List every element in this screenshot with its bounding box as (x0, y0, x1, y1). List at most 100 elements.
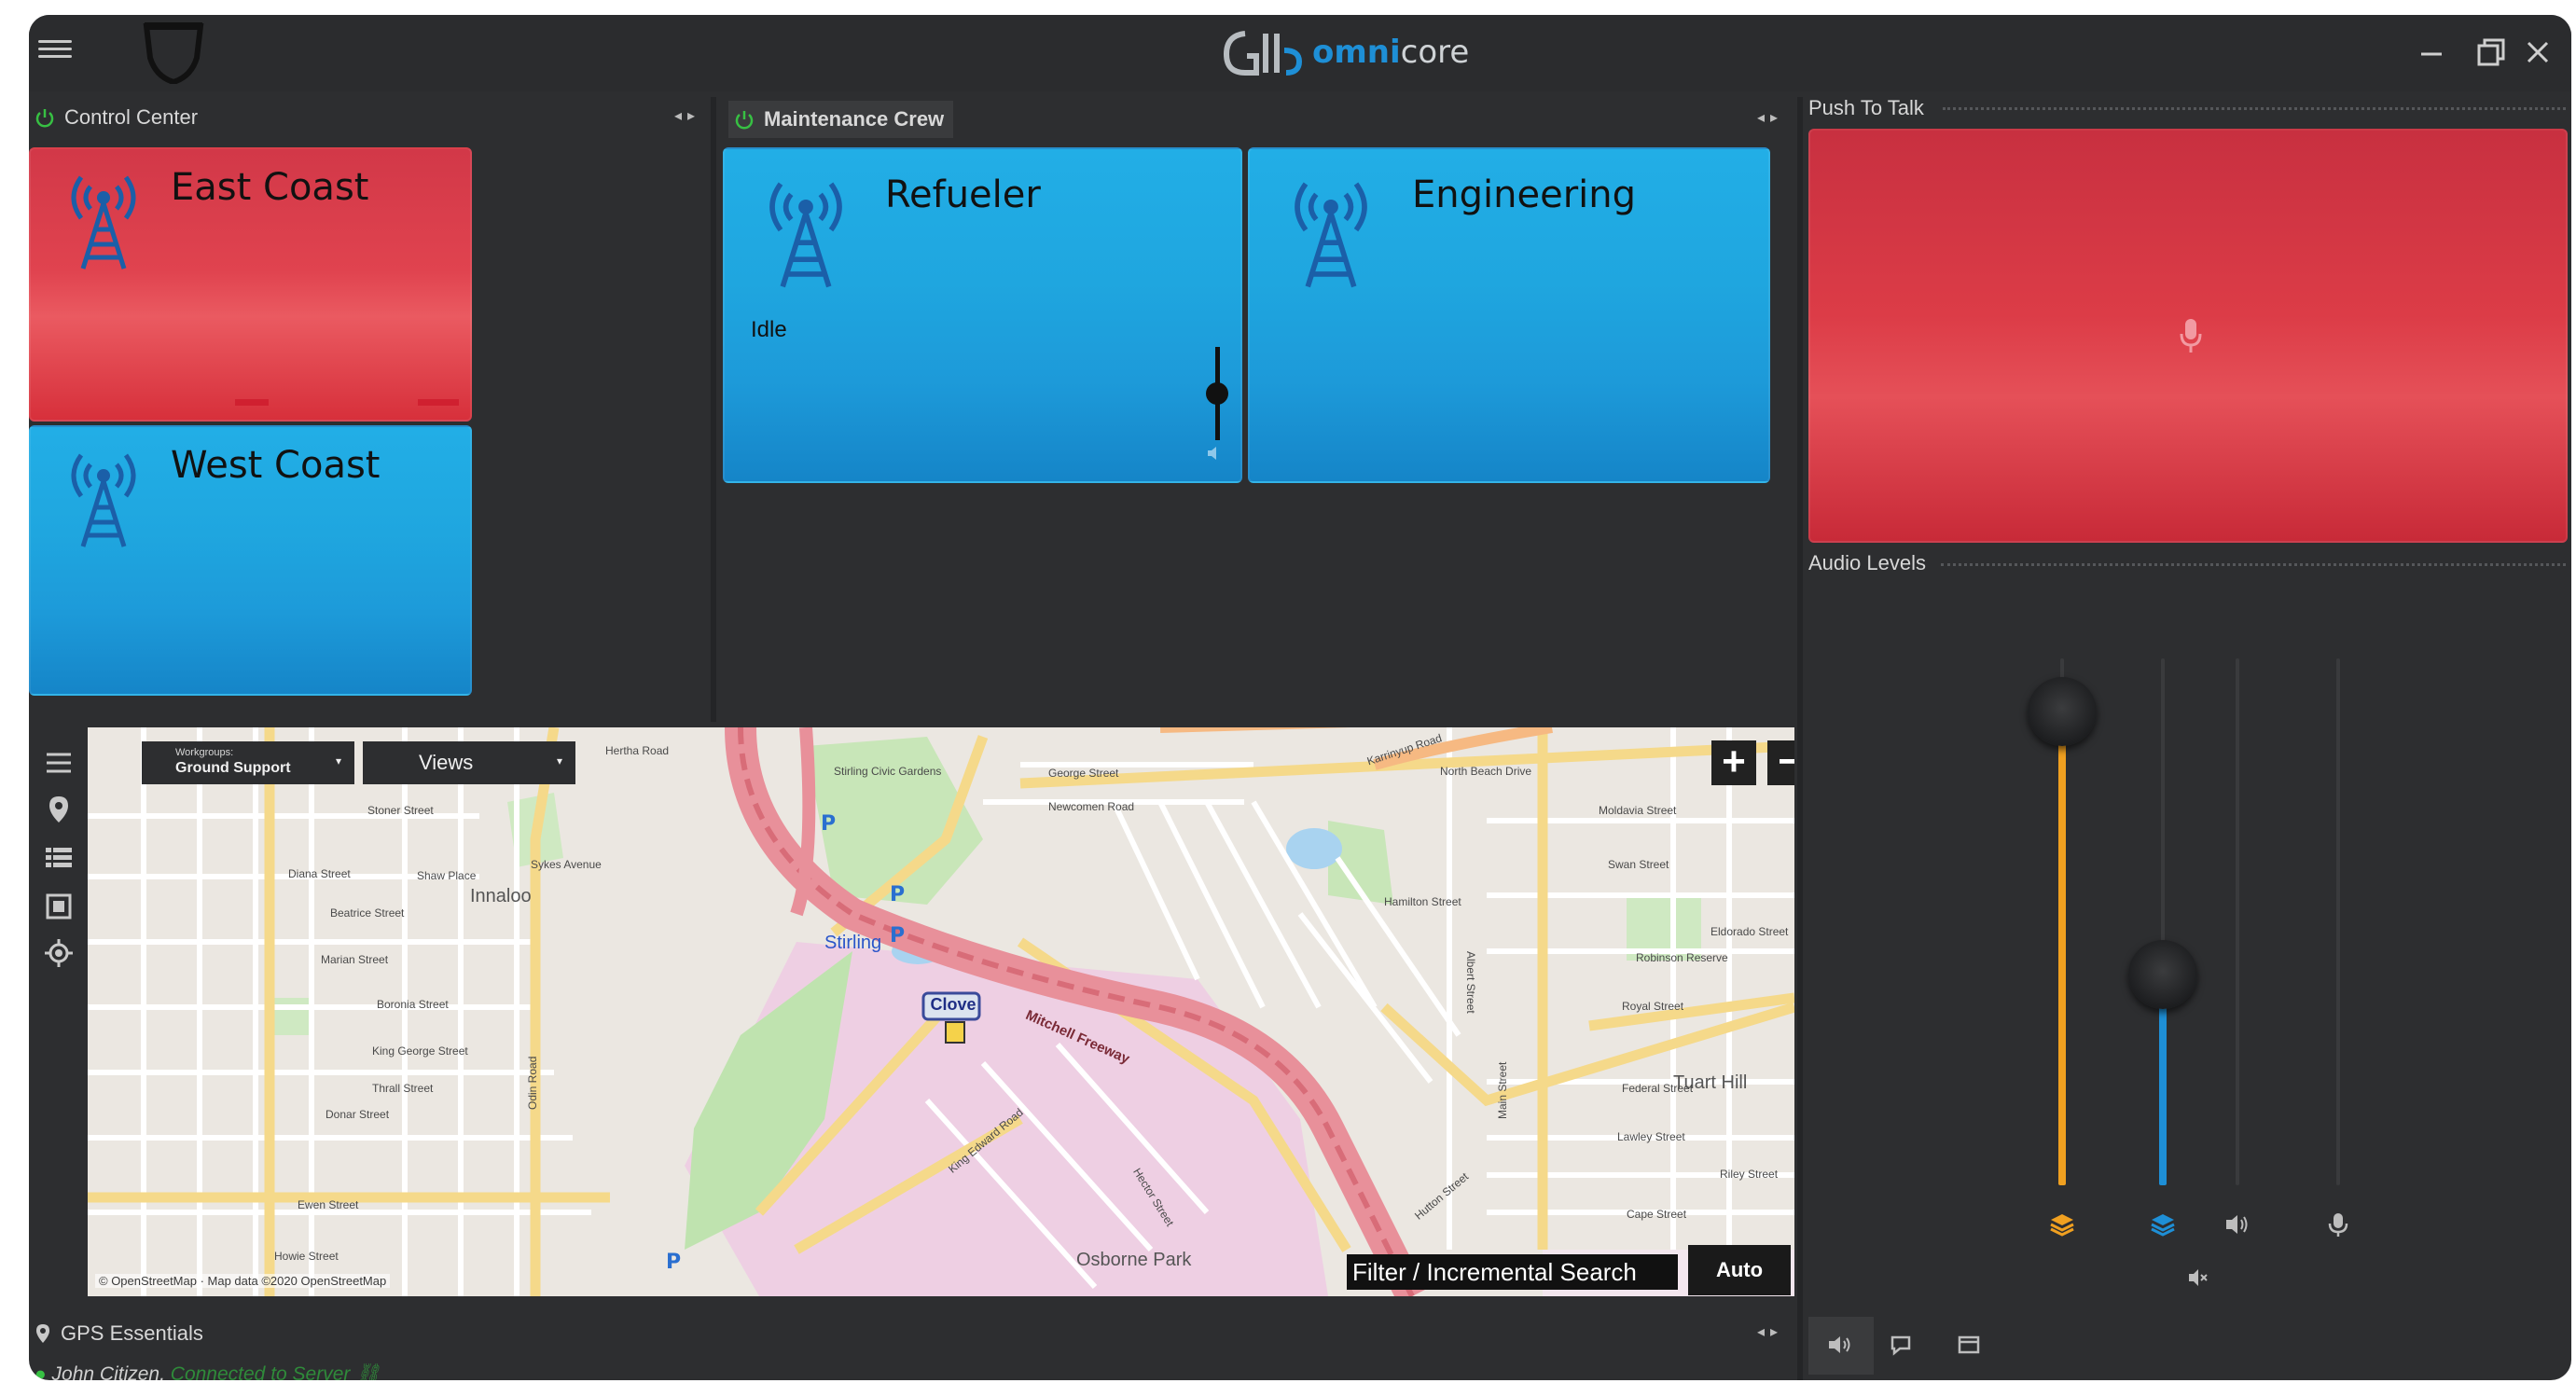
svg-text:P: P (890, 924, 905, 947)
map-street-label: Beatrice Street (330, 906, 405, 920)
chevron-down-icon: ▾ (557, 754, 563, 768)
power-icon (735, 111, 754, 130)
map-street-label: Howie Street (274, 1250, 339, 1263)
speaker-icon (1829, 1336, 1850, 1353)
chevron-down-icon: ▾ (336, 754, 342, 768)
map-street-label: Thrall Street (372, 1082, 434, 1095)
filter-search-input[interactable]: Filter / Incremental Search (1347, 1254, 1678, 1290)
panel-icon[interactable] (1956, 1332, 1982, 1358)
layers-icon[interactable] (2150, 1211, 2176, 1238)
tile-refueler[interactable]: Refueler Idle (723, 147, 1242, 483)
map-street-label: North Beach Drive (1440, 765, 1532, 778)
map-street-label: Diana Street (288, 867, 351, 880)
audio-slider-track[interactable] (2336, 658, 2340, 1185)
title-bar: omnicore (29, 15, 2571, 91)
microphone-icon[interactable] (2325, 1211, 2351, 1238)
radio-tower-icon (71, 175, 136, 270)
mute-all-icon[interactable] (2187, 1266, 2209, 1289)
location-pin-icon (36, 1324, 49, 1343)
audio-slider-knob[interactable] (2028, 676, 2097, 746)
layers-icon[interactable] (2049, 1211, 2075, 1238)
control-center-tab-arrows[interactable]: ◂▸ (674, 106, 700, 125)
tile-west-coast[interactable]: West Coast (29, 425, 472, 696)
map-street-label: George Street (1048, 767, 1119, 780)
minimize-icon[interactable] (2414, 34, 2451, 71)
push-to-talk-title: Push To Talk (1808, 96, 1924, 119)
radio-tower-icon (769, 182, 842, 288)
audio-slider-track[interactable] (2236, 658, 2239, 1185)
map-street-label: Cape Street (1627, 1208, 1687, 1221)
gps-tab-arrows[interactable]: ◂▸ (1757, 1322, 1783, 1341)
radio-tower-icon (71, 453, 136, 547)
map-street-label: Swan Street (1608, 858, 1669, 871)
zoom-out-button[interactable]: − (1767, 740, 1794, 785)
gps-essentials-tab[interactable]: GPS Essentials (35, 1315, 203, 1352)
control-center-tab[interactable]: Control Center (35, 99, 198, 136)
chat-icon[interactable] (1889, 1332, 1915, 1358)
workgroups-caption: Workgroups: (175, 747, 234, 758)
brand-omni: omni (1312, 34, 1401, 71)
menu-icon[interactable] (44, 748, 74, 778)
views-label: Views (419, 751, 474, 774)
status-dot-icon: ● (35, 1363, 47, 1380)
frame-icon[interactable] (44, 892, 74, 921)
map-street-label: Odin Road (526, 1056, 539, 1110)
user-name: John Citizen, (51, 1363, 165, 1380)
push-to-talk-button[interactable] (1808, 129, 2568, 543)
maintenance-crew-tab[interactable]: Maintenance Crew (728, 101, 954, 138)
close-icon[interactable] (2519, 34, 2556, 71)
map-view[interactable]: PP PP Hertha Road Stirling Civic Gardens G… (88, 727, 1794, 1296)
audio-slider-knob[interactable] (2128, 940, 2197, 1009)
tile-label: Engineering (1412, 173, 1636, 216)
auto-zoom-button[interactable]: Auto Zoom (1688, 1245, 1791, 1295)
map-street-label: Riley Street (1720, 1168, 1779, 1181)
panel-divider[interactable] (1797, 97, 1803, 1380)
views-dropdown[interactable]: Views ▾ (363, 741, 575, 784)
status-bar: ● John Citizen, Connected to Server ⛓ (35, 1363, 381, 1380)
power-icon (35, 109, 54, 128)
list-icon[interactable] (44, 843, 74, 873)
map-toolbar (29, 727, 88, 1296)
svg-text:P: P (821, 812, 836, 836)
audio-slider-fill (2058, 711, 2066, 1185)
panel-divider[interactable] (711, 97, 716, 722)
map-street-label: Innaloo (470, 886, 532, 906)
map-street-label: Main Street (1496, 1061, 1509, 1119)
map-street-label: Albert Street (1464, 951, 1477, 1014)
speaker-icon (1208, 447, 1216, 460)
radio-tower-icon (1295, 182, 1367, 288)
menu-icon[interactable] (38, 35, 72, 63)
microphone-icon (2180, 319, 2202, 353)
location-pin-icon[interactable] (44, 795, 74, 824)
brand-logo: omnicore (1223, 24, 1469, 80)
volume-slider-handle[interactable] (1206, 382, 1228, 405)
control-center-title: Control Center (64, 105, 199, 129)
map-street-label: King George Street (372, 1044, 468, 1058)
map-street-label: Eldorado Street (1710, 925, 1789, 938)
map-attribution: © OpenStreetMap · Map data ©2020 OpenStr… (95, 1274, 391, 1288)
tile-label: West Coast (171, 444, 381, 487)
brand-core: core (1400, 34, 1470, 71)
gps-essentials-title: GPS Essentials (61, 1321, 203, 1345)
map-street-label: Shaw Place (417, 869, 477, 882)
zoom-in-button[interactable]: + (1711, 740, 1756, 785)
maintenance-crew-tab-arrows[interactable]: ◂▸ (1757, 108, 1783, 127)
workgroups-dropdown[interactable]: Workgroups: Ground Support ▾ (142, 741, 354, 784)
map-street-label: Boronia Street (377, 998, 449, 1011)
gps-target-icon[interactable] (44, 938, 74, 968)
speaker-icon[interactable] (2224, 1211, 2251, 1238)
header-rule (1941, 563, 2566, 566)
tile-east-coast[interactable]: East Coast (29, 147, 472, 422)
map-street-label: Ewen Street (298, 1198, 359, 1211)
app-window: omnicore Control Center ◂▸ East Coast We… (29, 15, 2571, 1380)
restore-icon[interactable] (2472, 34, 2509, 71)
tile-engineering[interactable]: Engineering (1248, 147, 1770, 483)
map-street-label: Royal Street (1622, 1000, 1684, 1013)
tile-label: East Coast (171, 166, 369, 209)
svg-text:P: P (666, 1251, 681, 1274)
map-marker-label[interactable]: Clove (927, 995, 979, 1015)
omnicore-logo-icon (1223, 31, 1303, 76)
map-street-label: Sykes Avenue (531, 858, 602, 871)
map-street-label: Stirling Civic Gardens (834, 765, 942, 778)
audio-tab-speaker[interactable] (1808, 1317, 1874, 1375)
